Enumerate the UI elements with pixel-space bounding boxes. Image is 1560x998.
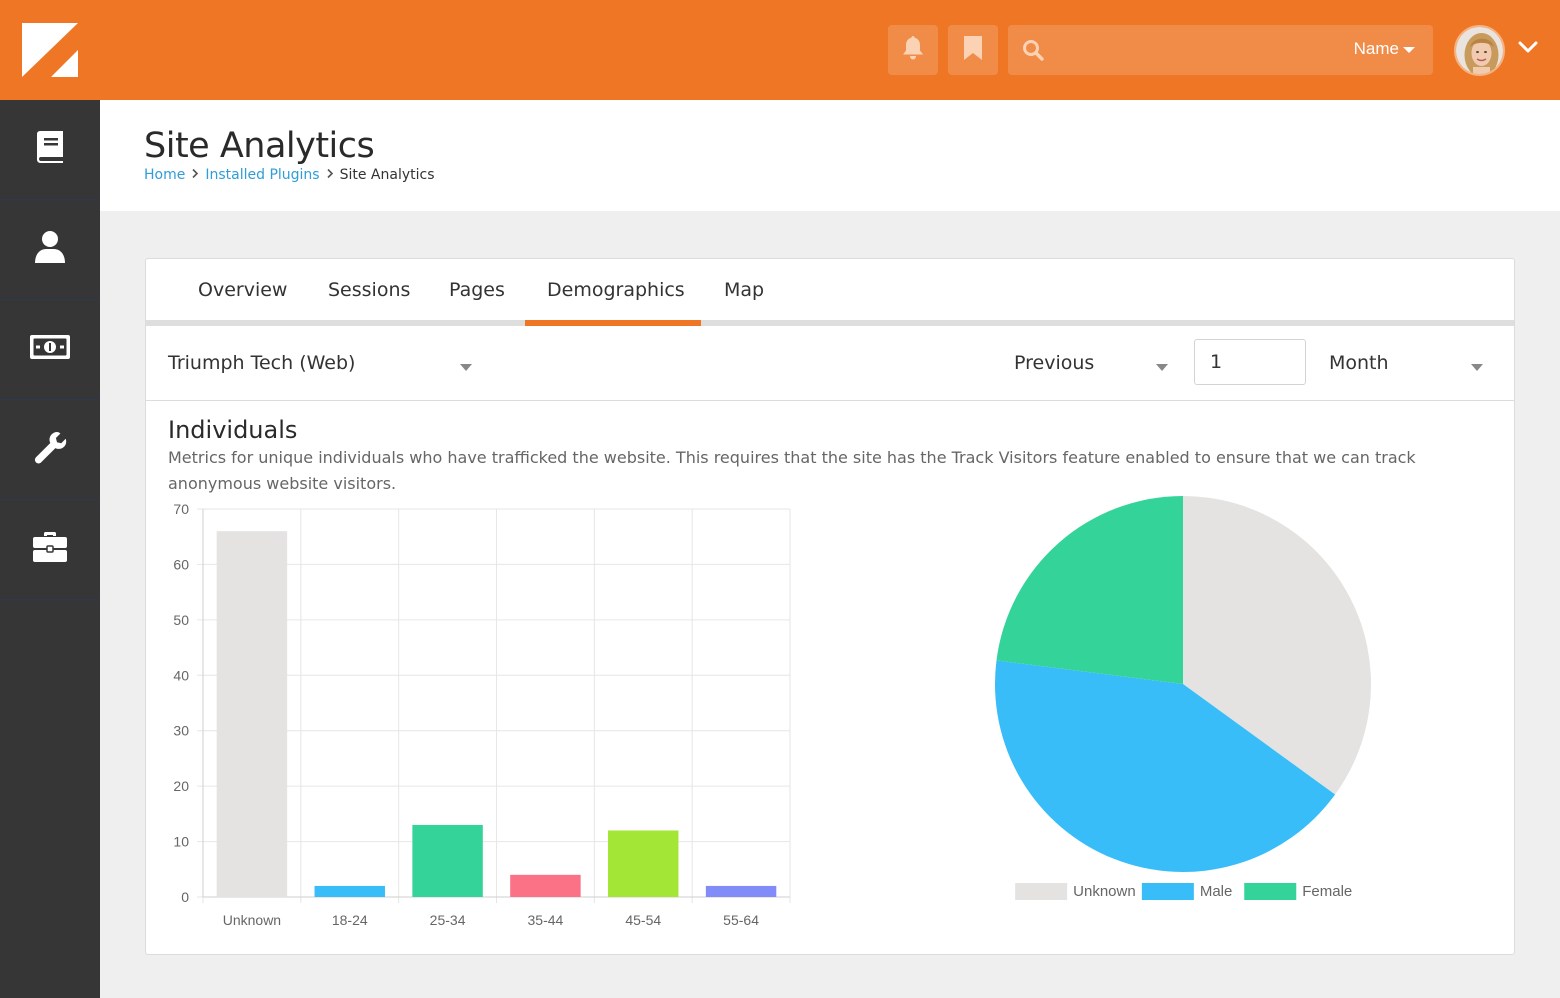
section-title: Individuals [168,416,298,444]
bar-55-64[interactable] [705,885,777,897]
range-type-select[interactable]: Previous [1014,352,1094,374]
page-title: Site Analytics [144,126,375,166]
y-tick-label: 70 [173,501,189,517]
bookmarks-button[interactable] [948,25,998,75]
x-tick-label: 55-64 [723,912,759,928]
y-tick-label: 20 [173,778,189,794]
legend-label[interactable]: Male [1200,883,1233,900]
search-box: Name [1008,25,1433,75]
search-input[interactable] [1058,33,1328,67]
book-icon [34,130,66,169]
tab-sessions[interactable]: Sessions [328,279,410,301]
bar-45-54[interactable] [608,830,679,897]
y-tick-label: 60 [173,556,189,572]
tab-pages[interactable]: Pages [449,279,505,301]
chevron-down-icon[interactable] [1518,40,1538,59]
legend-label[interactable]: Female [1302,883,1352,900]
x-tick-label: Unknown [223,912,281,928]
money-icon [29,334,71,365]
pie-slice-female[interactable] [996,496,1183,684]
caret-down-icon[interactable] [1156,364,1168,371]
y-tick-label: 50 [173,612,189,628]
y-tick-label: 40 [173,667,189,683]
caret-down-icon [1403,39,1415,59]
x-tick-label: 45-54 [625,912,661,928]
caret-down-icon[interactable] [460,364,472,371]
legend-swatch [1015,883,1068,900]
bell-icon [901,35,925,66]
age-bar-chart: 0 10 20 30 40 50 60 70 Unknown 18-24 25-34 35-44 45-… [173,501,791,928]
sidebar-item-admin[interactable] [0,500,100,600]
search-filter-label: Name [1353,39,1399,58]
chevron-right-icon [326,168,334,183]
gender-pie-chart: Unknown Male Female [995,496,1371,900]
bar-unknown[interactable] [216,531,288,897]
legend-swatch [1244,883,1297,900]
briefcase-icon [32,531,68,568]
site-select[interactable]: Triumph Tech (Web) [168,352,355,374]
filter-bar: Triumph Tech (Web) Previous Month [146,326,1514,401]
caret-down-icon[interactable] [1471,364,1483,371]
sidebar-item-tools[interactable] [0,400,100,500]
page-header: Site Analytics Home Installed Plugins Si… [100,100,1560,211]
range-count-input[interactable] [1194,339,1306,385]
top-bar: Name [0,0,1560,100]
user-avatar[interactable] [1454,25,1505,76]
analytics-card: Overview Sessions Pages Demographics Map… [145,258,1515,955]
x-tick-label: 18-24 [332,912,368,928]
search-filter-dropdown[interactable]: Name [1354,39,1415,59]
tab-demographics[interactable]: Demographics [547,279,685,301]
tab-bar: Overview Sessions Pages Demographics Map [146,259,1514,326]
breadcrumb-current: Site Analytics [339,167,435,183]
sidebar-item-finance[interactable] [0,300,100,400]
legend-label[interactable]: Unknown [1073,883,1136,900]
breadcrumb-installed-plugins[interactable]: Installed Plugins [205,167,319,183]
rock-logo[interactable] [22,23,78,77]
sidebar-item-people[interactable] [0,200,100,300]
chevron-right-icon [191,168,199,183]
bar-35-44[interactable] [510,874,581,897]
notifications-button[interactable] [888,25,938,75]
x-tick-label: 35-44 [528,912,564,928]
breadcrumb: Home Installed Plugins Site Analytics [144,167,435,183]
y-tick-label: 10 [173,834,189,850]
tab-overview[interactable]: Overview [198,279,287,301]
legend-swatch [1141,883,1194,900]
bar-25-34[interactable] [412,824,483,897]
x-tick-label: 25-34 [430,912,466,928]
breadcrumb-home[interactable]: Home [144,167,185,183]
range-unit-select[interactable]: Month [1329,352,1389,374]
person-icon [34,230,66,269]
search-icon[interactable] [1022,39,1044,66]
sidebar [0,100,100,998]
sidebar-item-book[interactable] [0,100,100,200]
bar-18-24[interactable] [314,885,385,897]
y-tick-label: 30 [173,723,189,739]
tab-map[interactable]: Map [724,279,764,301]
y-tick-label: 0 [181,889,189,905]
bookmark-icon [963,35,983,66]
wrench-icon [33,430,67,469]
